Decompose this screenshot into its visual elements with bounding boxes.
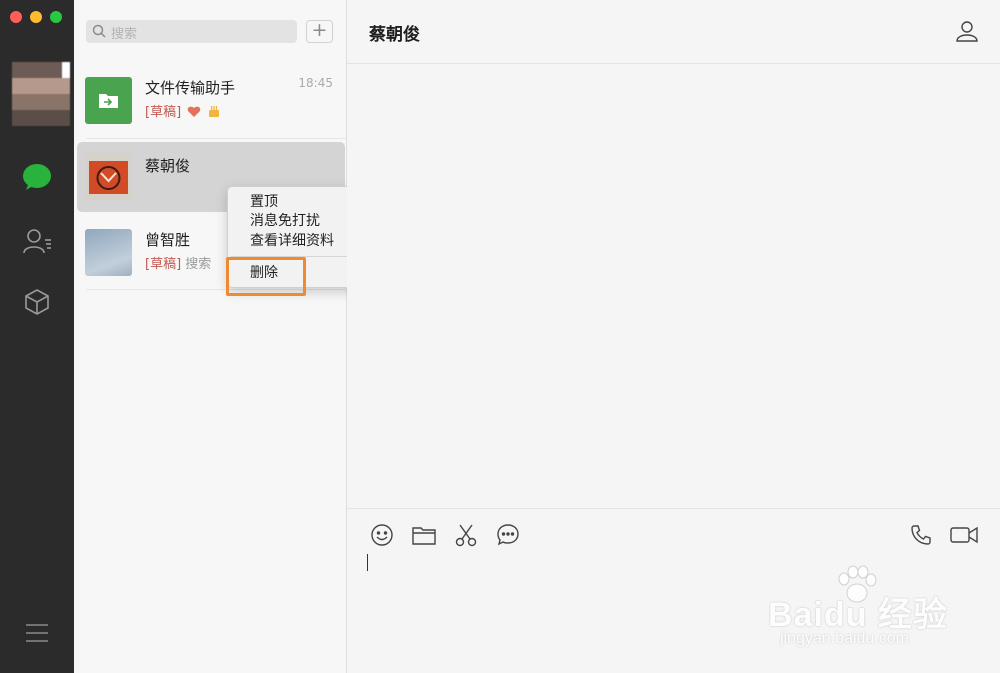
draft-tag: [草稿]	[145, 257, 182, 272]
list-divider	[86, 138, 347, 139]
preview-text: 搜索	[185, 257, 212, 272]
zoom-window-button[interactable]	[50, 11, 62, 23]
cake-emoji-icon	[209, 106, 220, 117]
sidebar	[0, 0, 74, 673]
watermark-brand: Baidu 经验	[768, 596, 948, 634]
contact-avatar	[85, 229, 132, 276]
minimize-window-button[interactable]	[30, 11, 42, 23]
favorites-box-icon[interactable]	[20, 285, 54, 319]
chat-time: 18:45	[298, 76, 333, 90]
contacts-nav-icon[interactable]	[20, 224, 54, 258]
user-avatar[interactable]	[12, 62, 70, 126]
contact-avatar	[85, 153, 132, 200]
baidu-jingyan-watermark: Baidu 经验 jingyan.baidu.com	[760, 565, 950, 655]
video-call-icon[interactable]	[949, 522, 979, 548]
chat-header: 蔡朝俊	[347, 0, 1000, 64]
owl-avatar-icon	[85, 153, 132, 200]
profile-icon[interactable]	[955, 19, 979, 43]
file-transfer-avatar	[85, 77, 132, 124]
chat-nav-icon[interactable]	[20, 160, 54, 194]
annotation-highlight-box	[226, 257, 306, 296]
emoji-icon[interactable]	[369, 522, 395, 548]
scissors-icon[interactable]	[453, 522, 479, 548]
list-divider	[86, 289, 347, 290]
menu-item-mute[interactable]: 消息免打扰	[250, 212, 320, 230]
chat-name: 文件传输助手	[145, 79, 236, 97]
search-icon	[92, 24, 106, 38]
conversation-list-panel: 搜索 + 文件传输助手 [草稿] 18:45 蔡朝俊 曾智胜 [草稿] 搜索	[74, 0, 347, 673]
heart-emoji-icon	[188, 106, 201, 117]
chat-name: 曾智胜	[145, 231, 191, 249]
chat-title: 蔡朝俊	[369, 25, 420, 45]
watermark-url: jingyan.baidu.com	[780, 630, 909, 647]
close-window-button[interactable]	[10, 11, 22, 23]
folder-arrow-icon	[99, 94, 118, 108]
chat-history-icon[interactable]	[495, 522, 521, 548]
chat-preview: [草稿]	[145, 101, 221, 120]
menu-item-view-profile[interactable]: 查看详细资料	[250, 232, 334, 250]
draft-tag: [草稿]	[145, 105, 182, 120]
voice-call-icon[interactable]	[908, 522, 934, 548]
add-chat-button[interactable]: +	[306, 20, 333, 43]
chat-preview: [草稿] 搜索	[145, 253, 211, 272]
menu-item-pin[interactable]: 置顶	[250, 193, 278, 211]
folder-icon[interactable]	[411, 522, 437, 548]
search-input[interactable]: 搜索	[86, 20, 297, 43]
wechat-window: 搜索 + 文件传输助手 [草稿] 18:45 蔡朝俊 曾智胜 [草稿] 搜索 置…	[0, 0, 1000, 673]
text-cursor	[367, 554, 368, 571]
chat-name: 蔡朝俊	[145, 157, 191, 175]
settings-menu-icon[interactable]	[20, 616, 54, 650]
search-placeholder: 搜索	[111, 27, 138, 42]
chat-item-file-transfer[interactable]: 文件传输助手 [草稿] 18:45	[74, 64, 347, 138]
